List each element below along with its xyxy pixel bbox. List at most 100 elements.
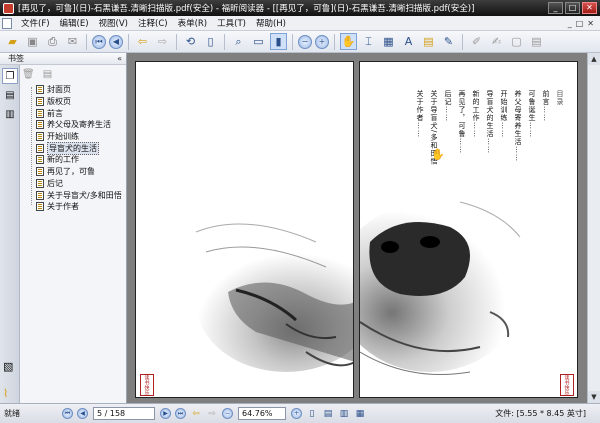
- bookmark-item[interactable]: 开始训练: [36, 131, 126, 143]
- note-icon[interactable]: ▤: [420, 33, 437, 50]
- library-seal-right: 读书快乐: [560, 374, 574, 396]
- rotate-icon[interactable]: ⟲: [182, 33, 199, 50]
- bookmark-item[interactable]: 关于导盲犬/多和田悟: [36, 189, 126, 201]
- minimize-button[interactable]: _: [548, 2, 563, 14]
- bookmark-item[interactable]: 养父母及寄养生活: [36, 119, 126, 131]
- document-window-controls: _ □ ✕: [568, 19, 594, 28]
- page-number-input[interactable]: 5 / 158: [93, 407, 155, 420]
- toc-line: 关于作者……: [416, 90, 424, 138]
- scroll-up-icon[interactable]: ▲: [588, 53, 600, 65]
- collapse-panel-button[interactable]: «: [117, 54, 122, 63]
- main-toolbar: ▰ ▣ ⎙ ✉ ⏮ ◀ ⇦ ⇨ ⟲ ▯ ⌕ ▭ ▮ − + ✋ ⌶ ▦ A ▤ …: [0, 31, 600, 53]
- callout-icon[interactable]: ▤: [528, 33, 545, 50]
- status-zoom-out-icon[interactable]: −: [222, 408, 233, 419]
- bookmarks-tab-icon[interactable]: ❐: [2, 68, 18, 84]
- fit-page-icon[interactable]: ▭: [250, 33, 267, 50]
- bookmark-label: 后记: [47, 178, 63, 188]
- bookmark-item[interactable]: 版权页: [36, 96, 126, 108]
- highlight-icon[interactable]: ✎: [440, 33, 457, 50]
- pdf-page-right[interactable]: 目录 前言…… 可鲁诞生…… 养父母寄养生活…… 开始训练…… 导盲犬的生活…… 新的工作……: [359, 61, 578, 398]
- menu-bar: 文件(F) 编辑(E) 视图(V) 注释(C) 表单(R) 工具(T) 帮助(H…: [0, 16, 600, 31]
- status-forward-icon[interactable]: ⇨: [206, 408, 218, 420]
- zoom-icon[interactable]: ⌕: [230, 33, 247, 50]
- bookmark-item[interactable]: 新的工作: [36, 154, 126, 166]
- email-icon[interactable]: ✉: [64, 33, 81, 50]
- bookmark-toolbar: 🗑 ▤: [22, 67, 52, 81]
- doc-close-button[interactable]: ✕: [587, 19, 594, 28]
- snapshot-icon[interactable]: ▦: [380, 33, 397, 50]
- toolbar-separator: [224, 33, 225, 50]
- status-last-page-icon[interactable]: ⏭: [175, 408, 186, 419]
- menu-comment[interactable]: 注释(C): [133, 17, 173, 29]
- close-button[interactable]: ✕: [582, 2, 597, 14]
- toc-line: 导盲犬的生活……: [486, 90, 494, 154]
- maximize-button[interactable]: □: [565, 2, 580, 14]
- delete-bookmark-icon[interactable]: 🗑: [22, 69, 35, 80]
- zoom-level-input[interactable]: 64.76%: [238, 407, 286, 420]
- paperclip-icon[interactable]: ⌇: [3, 387, 8, 400]
- attachments-tab-icon[interactable]: ▧: [3, 360, 13, 373]
- zoom-in-icon[interactable]: +: [315, 34, 329, 49]
- open-icon[interactable]: ▰: [4, 33, 21, 50]
- status-back-icon[interactable]: ⇦: [190, 408, 202, 420]
- document-icon[interactable]: [2, 17, 12, 29]
- bookmark-label: 再见了，可鲁: [47, 167, 95, 177]
- back-icon[interactable]: ⇦: [134, 33, 151, 50]
- status-prev-page-icon[interactable]: ◀: [77, 408, 88, 419]
- menu-form[interactable]: 表单(R): [173, 17, 213, 29]
- vertical-scrollbar[interactable]: ▲ ▼: [587, 53, 600, 403]
- bookmark-label: 导盲犬的生活: [47, 141, 99, 155]
- bookmark-item[interactable]: 导盲犬的生活: [36, 141, 126, 155]
- bookmark-item[interactable]: 关于作者: [36, 201, 126, 213]
- toolbar-separator: [86, 33, 87, 50]
- pages-tab-icon[interactable]: ▤: [2, 87, 18, 103]
- stamp-icon[interactable]: ✐: [468, 33, 485, 50]
- status-zoom-in-icon[interactable]: +: [291, 408, 302, 419]
- forward-icon[interactable]: ⇨: [154, 33, 171, 50]
- fit-width-icon[interactable]: ▮: [270, 33, 287, 50]
- continuous-facing-view-icon[interactable]: ▦: [354, 408, 366, 420]
- comment-icon[interactable]: ✍: [488, 33, 505, 50]
- text-box-icon[interactable]: ▢: [508, 33, 525, 50]
- status-next-page-icon[interactable]: ▶: [160, 408, 171, 419]
- bookmark-item[interactable]: 后记: [36, 178, 126, 190]
- bookmark-page-icon: [36, 167, 44, 177]
- menu-file[interactable]: 文件(F): [16, 17, 55, 29]
- doc-restore-button[interactable]: □: [576, 19, 584, 28]
- document-view[interactable]: 读书快乐 目录 前言…… 可鲁诞生…… 养父母寄养生活…… 开始训练…… 导盲犬的生活………: [127, 53, 587, 403]
- typewriter-icon[interactable]: A: [400, 33, 417, 50]
- bookmark-item[interactable]: 前言: [36, 107, 126, 119]
- prev-page-icon[interactable]: ◀: [109, 34, 123, 49]
- print-icon[interactable]: ⎙: [44, 33, 61, 50]
- single-page-view-icon[interactable]: ▯: [306, 408, 318, 420]
- menu-edit[interactable]: 编辑(E): [55, 17, 94, 29]
- first-page-icon[interactable]: ⏮: [92, 34, 106, 49]
- bookmark-page-icon: [36, 97, 44, 107]
- bookmark-options-icon[interactable]: ▤: [43, 69, 52, 80]
- save-icon[interactable]: ▣: [24, 33, 41, 50]
- menu-tools[interactable]: 工具(T): [212, 17, 251, 29]
- toc-line: 开始训练……: [500, 90, 508, 138]
- bookmark-label: 版权页: [47, 97, 71, 107]
- hand-icon[interactable]: ✋: [340, 33, 357, 50]
- select-text-icon[interactable]: ⌶: [360, 33, 377, 50]
- menu-view[interactable]: 视图(V): [94, 17, 133, 29]
- bookmark-item[interactable]: 封面页: [36, 84, 126, 96]
- layers-tab-icon[interactable]: ▥: [2, 106, 18, 122]
- continuous-view-icon[interactable]: ▤: [322, 408, 334, 420]
- doc-minimize-button[interactable]: _: [568, 19, 572, 28]
- dog-photo-left: [136, 62, 353, 397]
- bookmark-page-icon: [36, 120, 44, 130]
- bookmark-panel-header: 书签 «: [0, 53, 126, 65]
- single-page-icon[interactable]: ▯: [202, 33, 219, 50]
- status-first-page-icon[interactable]: ⏮: [62, 408, 73, 419]
- facing-view-icon[interactable]: ▥: [338, 408, 350, 420]
- menu-help[interactable]: 帮助(H): [251, 17, 291, 29]
- bookmark-page-icon: [36, 155, 44, 165]
- zoom-out-icon[interactable]: −: [298, 34, 312, 49]
- pdf-page-left[interactable]: 读书快乐: [135, 61, 354, 398]
- scroll-down-icon[interactable]: ▼: [588, 391, 600, 403]
- toc-line: 再见了，可鲁……: [458, 90, 466, 154]
- bookmark-item[interactable]: 再见了，可鲁: [36, 166, 126, 178]
- toolbar-separator: [462, 33, 463, 50]
